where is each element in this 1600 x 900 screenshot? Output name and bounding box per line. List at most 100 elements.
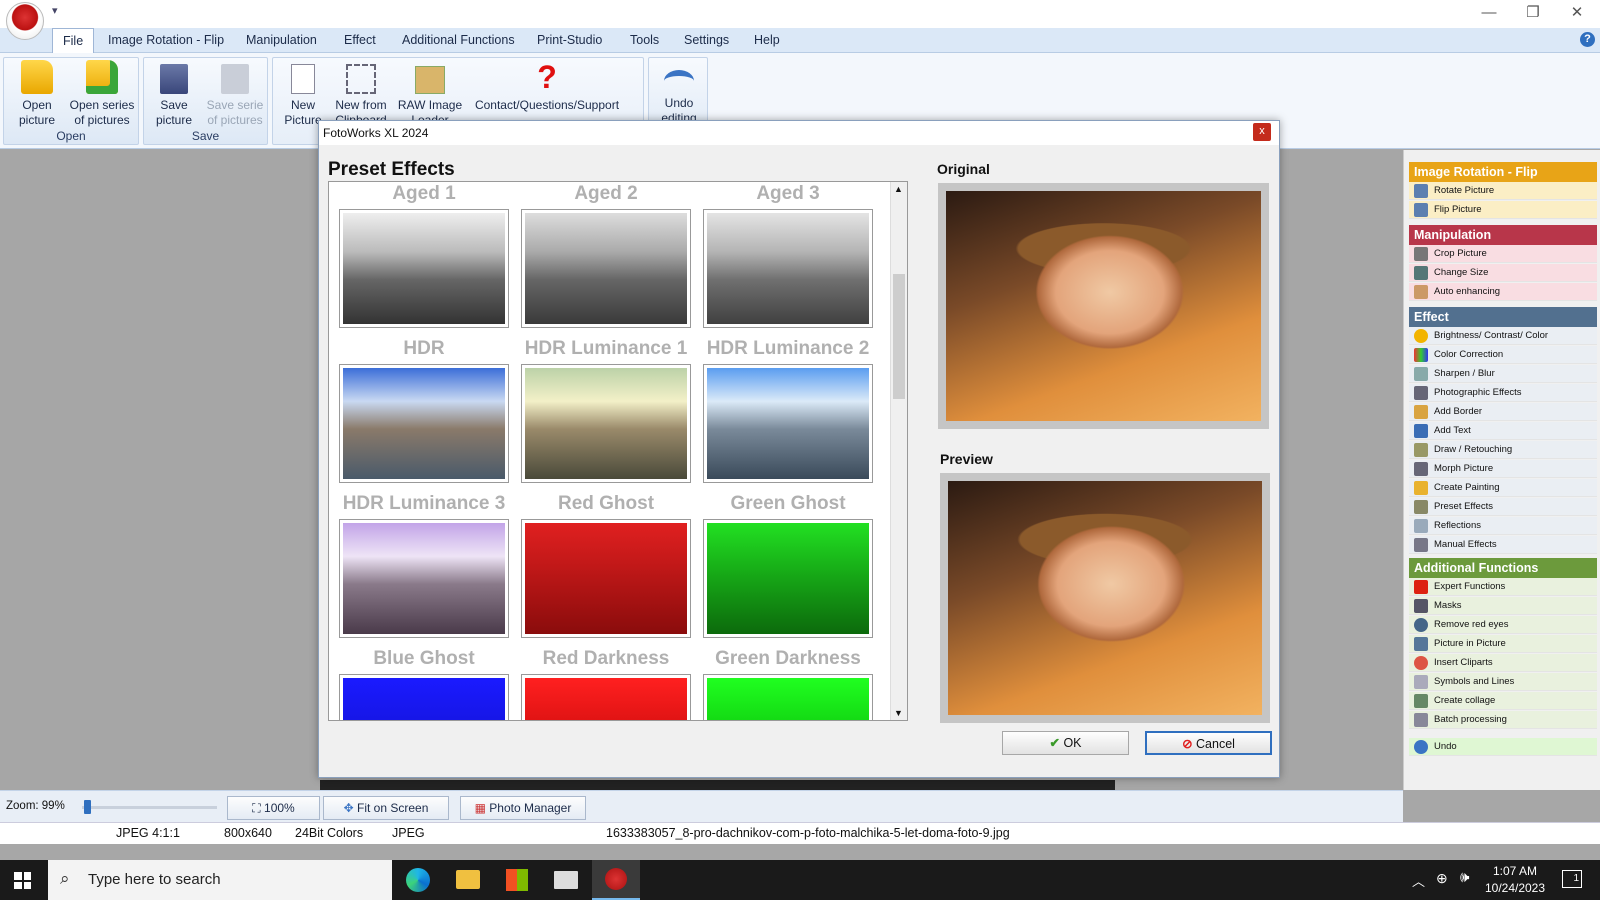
network-icon[interactable]: ⊕: [1436, 870, 1448, 887]
effect-tile-aged-2[interactable]: Aged 2: [517, 182, 695, 332]
effects-scrollbar[interactable]: ▲ ▼: [890, 182, 907, 720]
store-icon[interactable]: [506, 869, 528, 891]
volume-icon[interactable]: 🕪: [1460, 869, 1469, 886]
side-picture-in-picture[interactable]: Picture in Picture: [1409, 635, 1597, 653]
side-insert-cliparts[interactable]: Insert Cliparts: [1409, 654, 1597, 672]
effect-tile-aged-3[interactable]: Aged 3: [699, 182, 877, 332]
menu-tools[interactable]: Tools: [620, 28, 669, 53]
fit-on-screen-button[interactable]: ✥ Fit on Screen: [323, 796, 449, 820]
app-logo-icon[interactable]: [6, 2, 44, 40]
clock[interactable]: 1:07 AM 10/24/2023: [1480, 863, 1550, 897]
menu-settings[interactable]: Settings: [674, 28, 739, 53]
menu-image-rotation[interactable]: Image Rotation - Flip: [98, 28, 234, 53]
side-symbols-lines[interactable]: Symbols and Lines: [1409, 673, 1597, 691]
side-item-label: Draw / Retouching: [1434, 444, 1513, 455]
dialog-close-button[interactable]: x: [1253, 123, 1271, 141]
tray-chevron-icon[interactable]: ︿: [1412, 871, 1425, 890]
effect-tile-hdr-luminance-1[interactable]: HDR Luminance 1: [517, 337, 695, 487]
quick-access-dropdown-icon[interactable]: ▾: [52, 4, 58, 17]
effect-tile-green-ghost[interactable]: Green Ghost: [699, 492, 877, 642]
effect-tile-hdr-luminance-3[interactable]: HDR Luminance 3: [335, 492, 513, 642]
side-brightness[interactable]: Brightness/ Contrast/ Color: [1409, 327, 1597, 345]
color-palette-icon: [1414, 348, 1428, 362]
effect-thumbnail: [521, 519, 691, 638]
side-rotate-picture[interactable]: Rotate Picture: [1409, 182, 1597, 200]
undo-arrow-icon: [664, 70, 694, 92]
edge-browser-icon[interactable]: [406, 868, 430, 892]
side-add-text[interactable]: Add Text: [1409, 422, 1597, 440]
taskbar-search-box[interactable]: ⌕ Type here to search: [48, 860, 392, 900]
menu-additional-functions[interactable]: Additional Functions: [392, 28, 525, 53]
side-item-label: Batch processing: [1434, 714, 1507, 725]
ok-label: OK: [1063, 736, 1082, 750]
side-reflections[interactable]: Reflections: [1409, 517, 1597, 535]
open-picture-button[interactable]: Open picture: [8, 60, 66, 128]
menu-effect[interactable]: Effect: [334, 28, 386, 53]
help-icon[interactable]: ?: [1580, 32, 1595, 47]
notification-icon[interactable]: 1: [1562, 870, 1582, 888]
save-picture-button[interactable]: Save picture: [146, 60, 202, 128]
side-masks[interactable]: Masks: [1409, 597, 1597, 615]
side-undo[interactable]: Undo: [1409, 738, 1597, 756]
side-auto-enhancing[interactable]: Auto enhancing: [1409, 283, 1597, 301]
side-create-painting[interactable]: Create Painting: [1409, 479, 1597, 497]
side-change-size[interactable]: Change Size: [1409, 264, 1597, 282]
side-remove-red-eyes[interactable]: Remove red eyes: [1409, 616, 1597, 634]
side-preset-effects[interactable]: Preset Effects: [1409, 498, 1597, 516]
side-create-collage[interactable]: Create collage: [1409, 692, 1597, 710]
contact-support-button[interactable]: ? Contact/Questions/Support: [467, 60, 627, 113]
zoom-slider-track[interactable]: [82, 806, 217, 809]
minimize-button[interactable]: —: [1466, 2, 1512, 26]
open-series-button[interactable]: Open series of pictures: [66, 60, 138, 128]
clock-date: 10/24/2023: [1484, 881, 1546, 895]
side-color-correction[interactable]: Color Correction: [1409, 346, 1597, 364]
effect-tile-green-darkness[interactable]: Green Darkness: [699, 647, 877, 720]
side-batch-processing[interactable]: Batch processing: [1409, 711, 1597, 729]
notification-count: 1: [1573, 873, 1579, 884]
effect-label: Red Darkness: [542, 648, 670, 669]
open-group-label: Open: [56, 129, 86, 143]
search-icon: ⌕: [60, 869, 70, 888]
scroll-thumb[interactable]: [893, 274, 905, 399]
zoom-slider-thumb[interactable]: [84, 800, 91, 814]
open-series-label: Open series of pictures: [69, 98, 135, 127]
batch-icon: [1414, 713, 1428, 727]
save-serie-button[interactable]: Save serie of pictures: [202, 60, 268, 128]
zoom-100-button[interactable]: ⛶ 100%: [227, 796, 320, 820]
scroll-down-icon[interactable]: ▼: [894, 708, 903, 718]
side-add-border[interactable]: Add Border: [1409, 403, 1597, 421]
side-crop-picture[interactable]: Crop Picture: [1409, 245, 1597, 263]
camera-clipboard-icon: [346, 64, 376, 94]
ok-button[interactable]: ✔ OK: [1002, 731, 1129, 755]
status-bar: JPEG 4:1:1 800x640 24Bit Colors JPEG 163…: [0, 822, 1600, 844]
scroll-up-icon[interactable]: ▲: [894, 184, 903, 194]
effect-tile-hdr-luminance-2[interactable]: HDR Luminance 2: [699, 337, 877, 487]
effect-thumbnail: [703, 519, 873, 638]
effect-tile-hdr[interactable]: HDR: [335, 337, 513, 487]
side-sharpen-blur[interactable]: Sharpen / Blur: [1409, 365, 1597, 383]
side-expert-functions[interactable]: Expert Functions: [1409, 578, 1597, 596]
close-button[interactable]: ✕: [1554, 2, 1600, 26]
undo-icon: [1414, 740, 1428, 754]
menu-manipulation[interactable]: Manipulation: [236, 28, 327, 53]
side-manual-effects[interactable]: Manual Effects: [1409, 536, 1597, 554]
menu-help[interactable]: Help: [744, 28, 790, 53]
windows-start-icon[interactable]: [14, 872, 31, 889]
effect-tile-aged-1[interactable]: Aged 1: [335, 182, 513, 332]
effect-tile-red-darkness[interactable]: Red Darkness: [517, 647, 695, 720]
photo-manager-button[interactable]: ▦ Photo Manager: [460, 796, 586, 820]
effect-tile-red-ghost[interactable]: Red Ghost: [517, 492, 695, 642]
side-flip-picture[interactable]: Flip Picture: [1409, 201, 1597, 219]
side-item-label: Reflections: [1434, 520, 1481, 531]
effect-tile-blue-ghost[interactable]: Blue Ghost: [335, 647, 513, 720]
side-photographic-effects[interactable]: Photographic Effects: [1409, 384, 1597, 402]
menu-print-studio[interactable]: Print-Studio: [527, 28, 612, 53]
file-explorer-icon[interactable]: [456, 870, 480, 889]
side-morph-picture[interactable]: Morph Picture: [1409, 460, 1597, 478]
side-draw-retouching[interactable]: Draw / Retouching: [1409, 441, 1597, 459]
mail-icon[interactable]: [554, 871, 578, 889]
cancel-button[interactable]: ⊘ Cancel: [1145, 731, 1272, 755]
restore-button[interactable]: ❐: [1510, 2, 1556, 26]
menu-file[interactable]: File: [52, 28, 95, 54]
fotoworks-taskbar-app[interactable]: [592, 860, 640, 900]
